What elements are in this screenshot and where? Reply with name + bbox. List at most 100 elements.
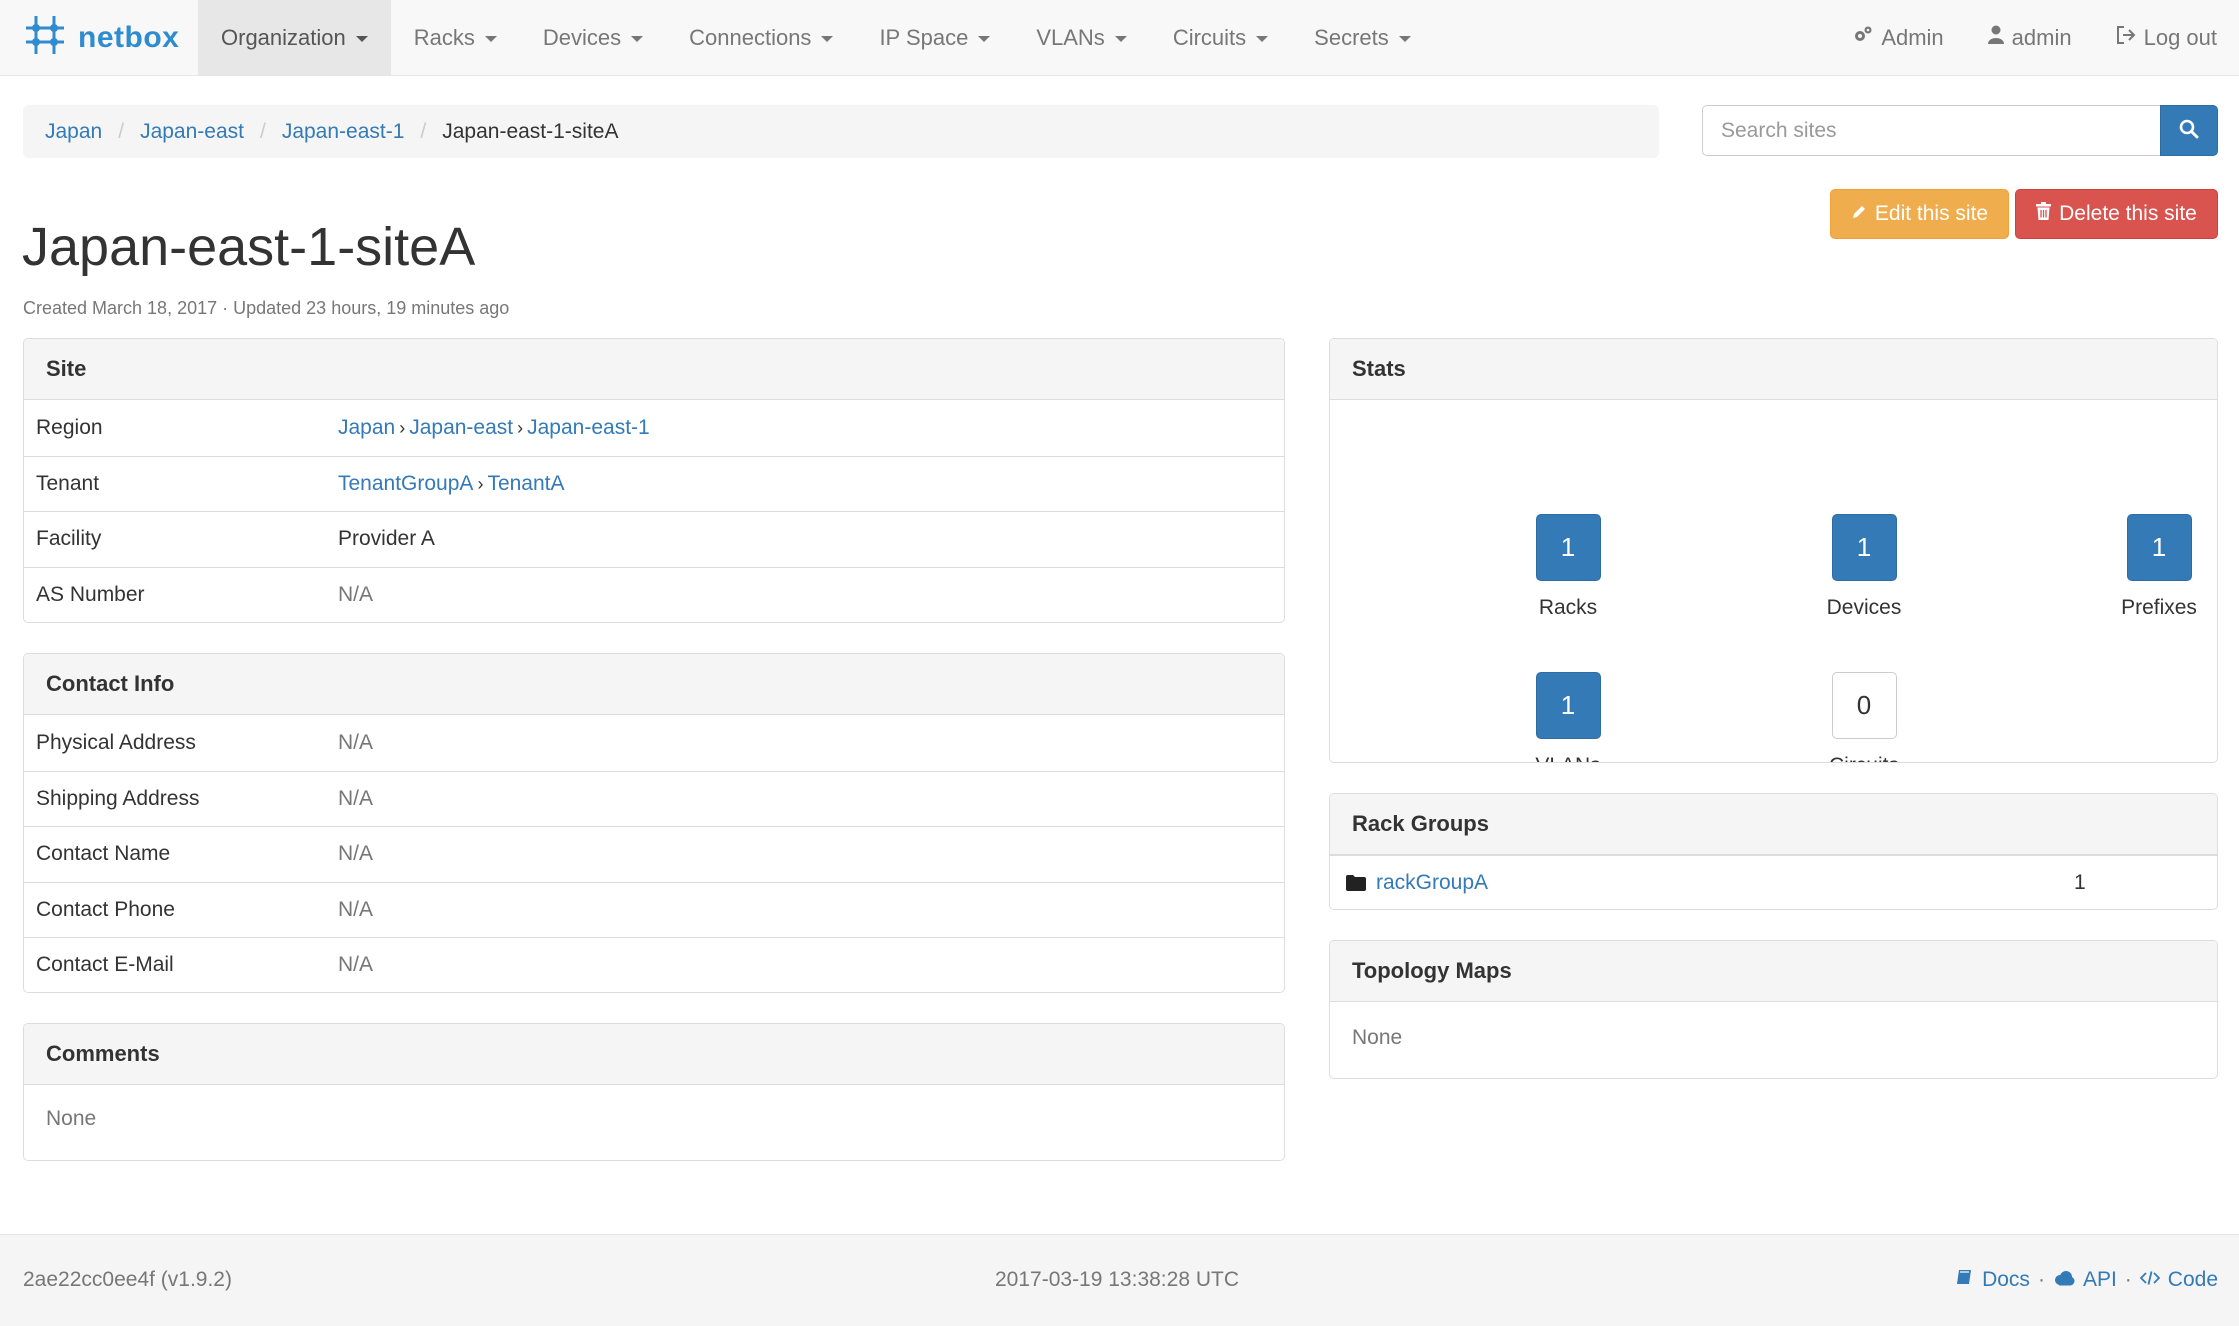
contact-name-label: Contact Name [36,842,171,866]
nav-circuits[interactable]: Circuits [1150,0,1291,76]
physical-address-label: Physical Address [36,730,196,754]
stat-vlans-label: VLANs [1535,754,1600,762]
delete-site-label: Delete this site [2059,202,2197,225]
as-number-label: AS Number [36,582,145,606]
breadcrumb-current: Japan-east-1-siteA [442,119,619,143]
stats-grid: 1 Racks 1 Devices 1 Prefixes 1 VLANs 0 C… [1330,400,2217,762]
search-icon [2179,119,2199,142]
site-panel: Site Region Japan › Japan-east › Japan-east-… [23,338,1285,623]
user-profile-link[interactable]: admin [1966,0,2094,76]
logout-link[interactable]: Log out [2094,0,2239,76]
footer-version: 2ae22cc0ee4f (v1.9.2) [23,1268,232,1291]
region-link-japan-east-1[interactable]: Japan-east-1 [527,416,650,439]
footer-separator: · [2037,1268,2045,1291]
region-value: Japan › Japan-east › Japan-east-1 [338,416,650,440]
delete-site-button[interactable]: Delete this site [2015,189,2218,239]
rack-group-link[interactable]: rackGroupA [1376,871,1488,895]
region-link-japan-east[interactable]: Japan-east [409,416,513,439]
facility-value: Provider A [338,527,435,551]
physical-address-value: N/A [338,730,374,754]
caret-down-icon [1398,36,1411,42]
edit-site-label: Edit this site [1874,202,1989,225]
nav-devices-label: Devices [542,25,622,50]
admin-panel-link[interactable]: Admin [1831,0,1965,76]
stat-circuits-label: Circuits [1829,754,1899,762]
code-link[interactable]: Code [2168,1268,2218,1292]
nav-vlans[interactable]: VLANs [1013,0,1149,76]
nav-organization[interactable]: Organization [198,0,391,76]
nav-circuits-label: Circuits [1172,25,1247,50]
stat-prefixes-count[interactable]: 1 [2126,514,2192,581]
user-icon [1987,25,2004,51]
docs-link[interactable]: Docs [1982,1268,2030,1292]
search-form [1702,105,2218,156]
contact-phone-value: N/A [338,897,374,921]
stat-circuits-count[interactable]: 0 [1831,672,1897,739]
admin-panel-label: Admin [1881,25,1944,50]
user-nav: Admin admin Log out [1831,0,2239,76]
contact-name-row: Contact Name N/A [24,826,1284,882]
stats-panel-heading: Stats [1330,339,2217,400]
tenant-link[interactable]: TenantA [487,472,564,495]
stat-vlans-count[interactable]: 1 [1535,672,1601,739]
breadcrumb-region[interactable]: Japan [45,120,102,144]
search-input[interactable] [1702,105,2160,156]
nav-connections-label: Connections [689,25,812,50]
tenant-group-link[interactable]: TenantGroupA [338,472,473,495]
brand-link[interactable]: netbox [22,14,179,62]
caret-down-icon [484,36,497,42]
nav-racks-label: Racks [413,25,475,50]
as-number-row: AS Number N/A [24,566,1284,623]
shipping-address-row: Shipping Address N/A [24,770,1284,827]
caret-down-icon [355,36,368,42]
shipping-address-value: N/A [338,786,374,810]
region-label: Region [36,415,103,439]
nav-secrets-label: Secrets [1314,25,1389,50]
nav-secrets[interactable]: Secrets [1291,0,1434,76]
stat-devices[interactable]: 1 Devices [1774,514,1954,620]
search-button[interactable] [2160,105,2218,156]
page-title: Japan-east-1-siteA [22,217,476,277]
chevron-right-icon: › [517,417,524,438]
top-navbar: netbox Organization Racks Devices Connec… [0,0,2239,76]
contact-name-value: N/A [338,842,374,866]
stat-circuits[interactable]: 0 Circuits [1774,672,1954,762]
tenant-value: TenantGroupA › TenantA [338,472,565,496]
api-link[interactable]: API [2083,1268,2117,1292]
breadcrumb-area[interactable]: Japan-east-1 [282,120,405,144]
region-row: Region Japan › Japan-east › Japan-east-1 [24,400,1284,456]
comments-panel: Comments None [23,1023,1285,1161]
tenant-row: Tenant TenantGroupA › TenantA [24,455,1284,512]
code-icon [2139,1268,2161,1292]
rack-groups-panel: Rack Groups rackGroupA 1 [1329,793,2218,910]
stat-racks-count[interactable]: 1 [1535,514,1601,581]
contact-info-panel: Contact Info Physical Address N/A Shippi… [23,653,1285,993]
stat-vlans[interactable]: 1 VLANs [1478,672,1658,762]
nav-racks[interactable]: Racks [391,0,520,76]
nav-organization-label: Organization [221,25,346,50]
stat-prefixes[interactable]: 1 Prefixes [2069,514,2217,620]
nav-ip-space[interactable]: IP Space [856,0,1013,76]
site-panel-heading: Site [24,339,1284,400]
breadcrumb-subregion[interactable]: Japan-east [140,120,244,144]
shipping-address-label: Shipping Address [36,786,200,810]
edit-site-button[interactable]: Edit this site [1830,189,2009,239]
as-number-value: N/A [338,582,374,606]
trash-icon [2036,202,2052,226]
caret-down-icon [1256,36,1269,42]
comments-panel-heading: Comments [24,1024,1284,1085]
stat-devices-count[interactable]: 1 [1831,514,1897,581]
stat-racks[interactable]: 1 Racks [1478,514,1658,620]
contact-panel-heading: Contact Info [24,654,1284,715]
nav-connections[interactable]: Connections [666,0,856,76]
footer-links: Docs · API · Code [1956,1268,2218,1292]
logout-icon [2116,25,2136,51]
logout-label: Log out [2143,25,2217,50]
pencil-icon [1851,202,1867,226]
main-nav: Organization Racks Devices Connections I… [198,0,1434,76]
footer-separator: · [2124,1268,2132,1291]
stats-panel: Stats 1 Racks 1 Devices 1 Prefixes 1 VLA… [1329,338,2218,763]
cogs-icon [1853,25,1873,51]
nav-devices[interactable]: Devices [520,0,666,76]
region-link-japan[interactable]: Japan [338,416,395,439]
